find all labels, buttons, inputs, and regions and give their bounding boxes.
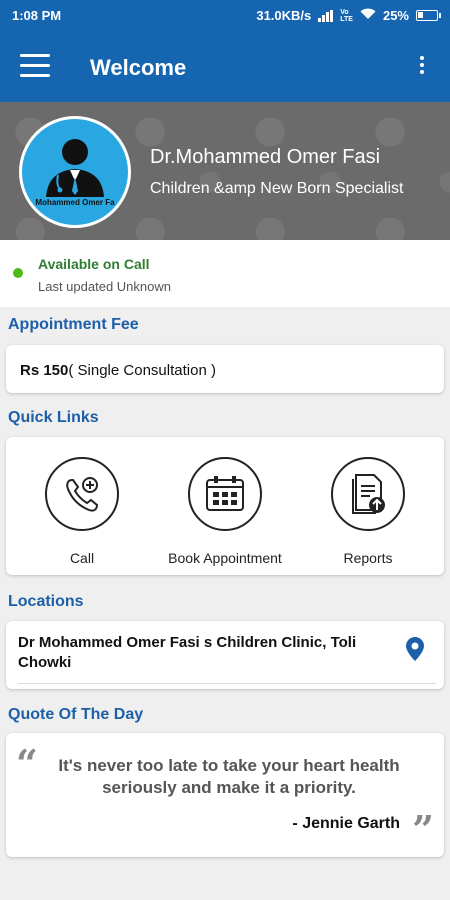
- quick-links-card: Call Book Appointment Reports: [6, 437, 444, 575]
- fee-text: Rs 150( Single Consultation ): [20, 362, 216, 379]
- signal-icon: [318, 9, 334, 22]
- location-card[interactable]: Dr Mohammed Omer Fasi s Children Clinic,…: [6, 621, 444, 689]
- fee-detail: ( Single Consultation ): [68, 362, 216, 379]
- map-pin-icon[interactable]: [406, 637, 424, 666]
- wifi-icon: [360, 8, 376, 23]
- availability-panel: Available on Call Last updated Unknown: [0, 240, 450, 307]
- calendar-icon: [188, 457, 262, 531]
- quote-author: - Jennie Garth: [292, 815, 400, 832]
- status-bar: 1:08 PM 31.0KB/s Vo LTE 25%: [0, 0, 450, 32]
- quote-close-icon: ”: [412, 807, 434, 852]
- report-upload-icon: [331, 457, 405, 531]
- status-dot-icon: [13, 268, 23, 278]
- hamburger-icon[interactable]: [20, 54, 50, 78]
- network-speed: 31.0KB/s: [256, 8, 312, 23]
- app-bar: Welcome: [0, 32, 450, 102]
- more-vert-icon[interactable]: [418, 56, 426, 76]
- profile-banner: Mohammed Omer Fa Dr.Mohammed Omer Fasi C…: [0, 102, 450, 240]
- battery-charging-icon: [416, 10, 441, 21]
- quick-link-label: Call: [69, 550, 95, 566]
- doctor-name: Dr.Mohammed Omer Fasi: [150, 146, 381, 168]
- quote-heading: Quote Of The Day: [8, 706, 144, 723]
- availability-updated: Last updated Unknown: [38, 279, 171, 294]
- doctor-icon: [46, 139, 104, 197]
- quote-open-icon: “: [16, 741, 38, 786]
- doctor-specialty: Children &amp New Born Specialist: [150, 180, 404, 197]
- page-title: Welcome: [90, 55, 187, 80]
- phone-add-icon: [45, 457, 119, 531]
- avatar[interactable]: Mohammed Omer Fa: [19, 116, 131, 228]
- location-divider: [18, 683, 436, 684]
- quick-link-call[interactable]: Call: [12, 457, 152, 566]
- quote-text: It's never too late to take your heart h…: [58, 756, 400, 797]
- battery-percent: 25%: [382, 8, 409, 23]
- quick-link-label: Reports: [343, 550, 393, 566]
- availability-status: Available on Call: [38, 256, 150, 272]
- quick-links-heading: Quick Links: [8, 409, 99, 426]
- quote-card: “ It's never too late to take your heart…: [6, 733, 444, 857]
- volte-icon: Vo LTE: [340, 8, 353, 23]
- locations-heading: Locations: [8, 593, 84, 610]
- quick-link-book-appointment[interactable]: Book Appointment: [155, 457, 295, 566]
- fee-heading: Appointment Fee: [8, 316, 139, 333]
- quick-link-reports[interactable]: Reports: [298, 457, 438, 566]
- avatar-caption: Mohammed Omer Fa: [35, 198, 115, 207]
- location-name: Dr Mohammed Omer Fasi s Children Clinic,…: [18, 634, 357, 671]
- fee-amount: Rs 150: [20, 362, 69, 379]
- quick-link-label: Book Appointment: [168, 550, 282, 566]
- status-time: 1:08 PM: [12, 8, 62, 23]
- fee-card: Rs 150( Single Consultation ): [6, 345, 444, 393]
